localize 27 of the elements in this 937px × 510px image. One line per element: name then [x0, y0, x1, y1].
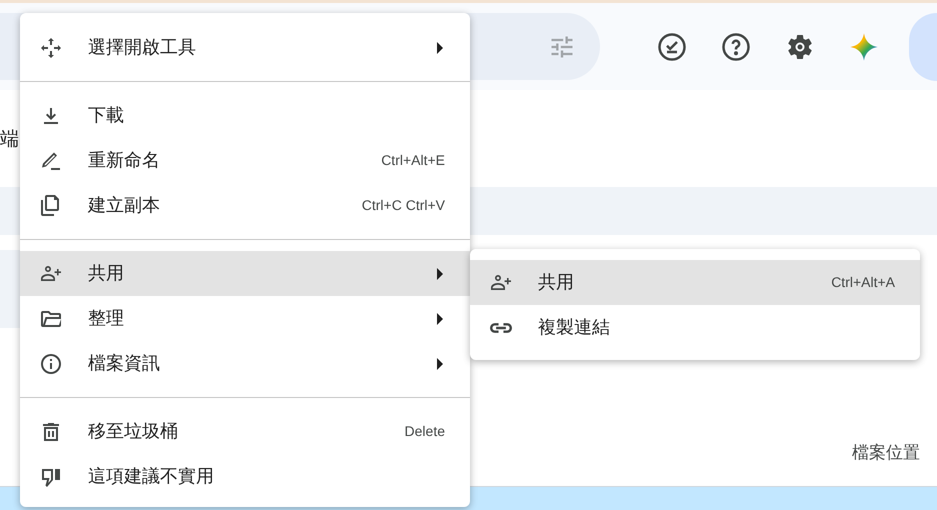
- menu-item[interactable]: 下載: [20, 93, 470, 138]
- keyboard-shortcut: Ctrl+Alt+E: [381, 151, 445, 170]
- menu-item[interactable]: 移至垃圾桶 Delete: [20, 409, 470, 454]
- page-heading: 端: [0, 130, 19, 149]
- arrows-cross-icon: [39, 36, 63, 60]
- menu-item[interactable]: 共用: [20, 251, 470, 296]
- menu-item[interactable]: 建立副本 Ctrl+C Ctrl+V: [20, 183, 470, 228]
- menu-item[interactable]: 整理: [20, 296, 470, 341]
- help-icon[interactable]: [721, 32, 751, 62]
- task-check-icon[interactable]: [657, 32, 687, 62]
- menu-item[interactable]: 共用 Ctrl+Alt+A: [470, 260, 920, 305]
- info-icon: [39, 352, 63, 376]
- menu-item[interactable]: 選擇開啟工具: [20, 25, 470, 70]
- menu-item[interactable]: 複製連結: [470, 305, 920, 350]
- keyboard-shortcut: Delete: [404, 422, 445, 441]
- link-icon: [490, 322, 512, 332]
- sparkle-icon[interactable]: [849, 32, 879, 62]
- keyboard-shortcut: Ctrl+Alt+A: [831, 273, 895, 292]
- keyboard-shortcut: Ctrl+C Ctrl+V: [362, 196, 445, 215]
- submenu-arrow-icon: [436, 358, 444, 370]
- menu-item[interactable]: 這項建議不實用: [20, 454, 470, 499]
- menu-item[interactable]: 重新命名 Ctrl+Alt+E: [20, 138, 470, 183]
- menu-item[interactable]: 檔案資訊: [20, 341, 470, 386]
- submenu-arrow-icon: [436, 268, 444, 280]
- column-header[interactable]: 檔案位置: [852, 440, 920, 466]
- submenu-arrow-icon: [436, 42, 444, 54]
- submenu-arrow-icon: [436, 312, 444, 324]
